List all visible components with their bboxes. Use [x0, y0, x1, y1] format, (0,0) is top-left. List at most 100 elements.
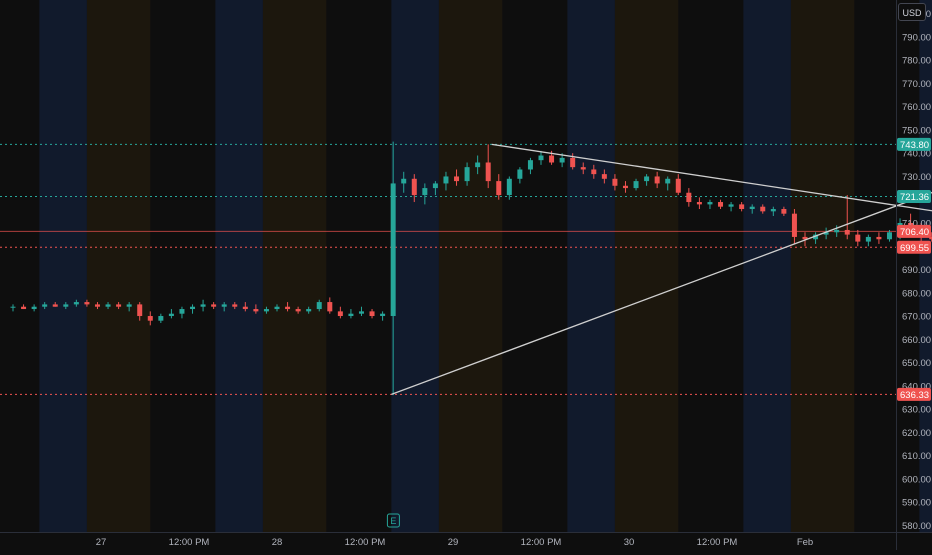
price-tick-label: 750.00	[902, 125, 931, 136]
session-band-asia	[39, 0, 87, 532]
candle-body	[221, 304, 227, 307]
session-band-europe	[86, 0, 151, 532]
session-band-asia	[743, 0, 791, 532]
candle-body	[485, 162, 491, 182]
candle-body	[855, 234, 861, 242]
candle-body	[116, 304, 122, 307]
candle-body	[464, 167, 470, 182]
time-tick-label: 28	[272, 537, 283, 548]
candle-body	[707, 202, 713, 205]
candle-body	[601, 174, 607, 179]
session-band-asia	[391, 0, 439, 532]
candle-body	[865, 236, 871, 242]
price-tick-label: 600.00	[902, 474, 931, 485]
price-level-tag: 743.80	[897, 137, 931, 151]
candle-body	[285, 306, 291, 310]
candle-body	[496, 181, 502, 196]
candle-body	[886, 232, 892, 240]
candle-body	[570, 157, 576, 168]
candle-body	[147, 316, 153, 321]
price-chart[interactable]: 580.00 590.00 600.00 610.00 620.00 630.00 640.…	[0, 0, 932, 550]
candle-body	[686, 192, 692, 203]
chart-canvas[interactable]: 580.00590.00600.00610.00620.00630.00640.…	[0, 0, 932, 550]
price-tick-label: 650.00	[902, 358, 931, 369]
candle-body	[73, 302, 79, 305]
candle-body	[675, 178, 681, 193]
price-level-tag: 706.40	[897, 224, 931, 238]
candle-body	[380, 313, 386, 317]
candle-body	[137, 304, 143, 317]
candle-body	[580, 167, 586, 170]
candle-body	[316, 302, 322, 310]
price-tick-label: 620.00	[902, 428, 931, 439]
price-tick-label: 730.00	[902, 172, 931, 183]
price-level-tag-label: 721.36	[900, 192, 929, 203]
price-tick-label: 680.00	[902, 288, 931, 299]
price-level-tag: 636.33	[897, 387, 931, 401]
candle-body	[105, 304, 111, 307]
candle-body	[274, 306, 280, 310]
time-tick-label: 30	[624, 537, 635, 548]
candle-body	[517, 169, 523, 179]
time-tick-label: Feb	[797, 537, 813, 548]
price-tick-label: 780.00	[902, 56, 931, 67]
candle-body	[591, 169, 597, 175]
candle-body	[306, 309, 312, 312]
time-tick-label: 12:00 PM	[169, 537, 210, 548]
price-tick-label: 760.00	[902, 102, 931, 113]
candle-body	[834, 229, 840, 233]
candle-body	[422, 188, 428, 196]
candle-body	[654, 176, 660, 184]
currency-button[interactable]: USD	[898, 3, 926, 21]
candle-body	[358, 311, 364, 314]
candle-body	[411, 178, 417, 196]
time-tick-label: 29	[448, 537, 459, 548]
earnings-marker-label: E	[390, 516, 396, 526]
candle-body	[791, 213, 797, 237]
candle-body	[390, 183, 396, 317]
session-band-europe	[262, 0, 327, 532]
price-level-tag-label: 699.55	[900, 243, 929, 254]
candle-body	[622, 185, 628, 189]
price-level-tag-label: 743.80	[900, 140, 929, 151]
price-tick-label: 590.00	[902, 498, 931, 509]
candle-body	[179, 309, 185, 314]
candle-body	[432, 183, 438, 189]
candle-body	[728, 204, 734, 207]
price-tick-label: 690.00	[902, 265, 931, 276]
time-tick-label: 12:00 PM	[697, 537, 738, 548]
candle-body	[242, 306, 248, 310]
candle-body	[454, 176, 460, 182]
price-level-tag: 699.55	[897, 240, 931, 254]
time-tick-label: 27	[96, 537, 107, 548]
price-tick-label: 610.00	[902, 451, 931, 462]
candle-body	[665, 178, 671, 184]
candle-body	[52, 304, 58, 307]
candle-body	[538, 155, 544, 161]
price-level-tag-label: 706.40	[900, 227, 929, 238]
candle-body	[443, 176, 449, 184]
candle-body	[559, 157, 565, 163]
session-band-asia	[567, 0, 615, 532]
candle-body	[190, 306, 196, 310]
price-level-tag-label: 636.33	[900, 390, 929, 401]
candle-body	[739, 204, 745, 210]
candle-body	[31, 306, 37, 310]
candle-body	[42, 304, 48, 307]
candle-body	[253, 309, 259, 312]
candle-body	[21, 306, 27, 310]
candle-body	[401, 178, 407, 184]
candle-body	[126, 304, 132, 307]
price-tick-label: 670.00	[902, 312, 931, 323]
session-band-asia	[215, 0, 263, 532]
candle-body	[232, 304, 238, 307]
candle-body	[612, 178, 618, 186]
candle-body	[527, 160, 533, 170]
candle-body	[506, 178, 512, 196]
session-band-europe	[790, 0, 855, 532]
candle-body	[263, 309, 269, 312]
price-tick-label: 580.00	[902, 521, 931, 532]
time-tick-label: 12:00 PM	[345, 537, 386, 548]
price-tick-label: 660.00	[902, 335, 931, 346]
candle-body	[696, 202, 702, 205]
